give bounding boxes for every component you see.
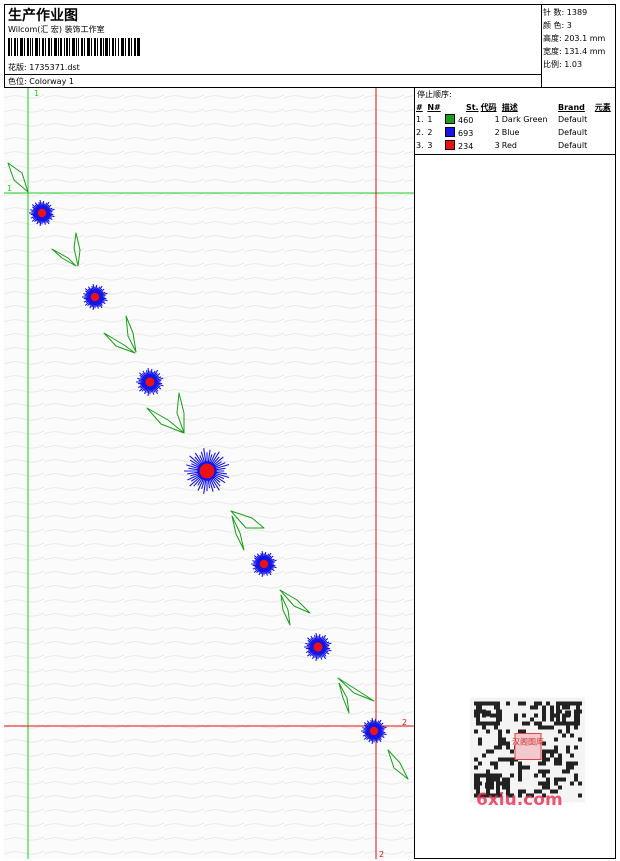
header-divider	[4, 74, 542, 75]
stop-sequence-title: 停止顺序:	[417, 90, 452, 99]
table-row: 3. 3 234 3 Red Default	[416, 140, 588, 151]
stat-scale: 比例: 1.03	[543, 60, 583, 69]
stat-height: 高度: 203.1 mm	[543, 34, 606, 43]
stat-stitches: 针 数: 1389	[543, 8, 588, 17]
green-guide-label-v: 1	[34, 89, 39, 98]
col-header: N#	[427, 102, 441, 112]
colorway: 色位: Colorway 1	[8, 76, 74, 87]
color-swatch	[445, 127, 456, 137]
design-value: 1735371.dst	[29, 63, 80, 72]
col-header: 代码	[480, 102, 497, 112]
green-guide-label-h: 1	[7, 184, 12, 193]
red-guide-label-v: 2	[379, 850, 384, 859]
design-file: 花版: 1735371.dst	[8, 62, 80, 73]
stat-colors: 颜 色: 3	[543, 21, 572, 30]
red-guide-label-h: 2	[402, 718, 407, 727]
qr-stamp-text: 汉阁图库	[512, 737, 544, 747]
panel-divider	[415, 154, 616, 155]
colorway-value: Colorway 1	[29, 77, 74, 86]
stop-sequence-table: # N# St. 代码 描述 Brand 元素 1. 1 460 1 Dark …	[415, 101, 615, 152]
table-header-row: # N# St. 代码 描述 Brand 元素	[415, 101, 615, 113]
page-title: 生产作业图	[8, 8, 78, 24]
watermark-site: 6xiu.com	[476, 790, 563, 810]
col-header: Brand	[558, 102, 585, 112]
col-header: St.	[465, 102, 479, 112]
table-row: 1. 1 460 1 Dark Green Default	[416, 114, 588, 125]
table-row: 2. 2 693 2 Blue Default	[416, 127, 588, 138]
col-header: 描述	[501, 102, 518, 112]
col-header: #	[416, 102, 423, 112]
barcode	[8, 38, 140, 56]
embroidery-preview: 1 1 2 2	[4, 88, 414, 859]
stats-list: 针 数: 1389 颜 色: 3 高度: 203.1 mm 宽度: 131.4 …	[543, 6, 605, 71]
company-name: Wilcom(汇 宏) 装饰工作室	[8, 25, 105, 34]
color-swatch	[445, 114, 456, 124]
colorway-label: 色位:	[8, 77, 27, 86]
stat-width: 宽度: 131.4 mm	[543, 47, 606, 56]
design-label: 花版:	[8, 63, 27, 72]
col-header: 元素	[594, 102, 611, 112]
color-swatch	[445, 140, 456, 150]
design-canvas: 1 1 2 2	[4, 88, 415, 859]
